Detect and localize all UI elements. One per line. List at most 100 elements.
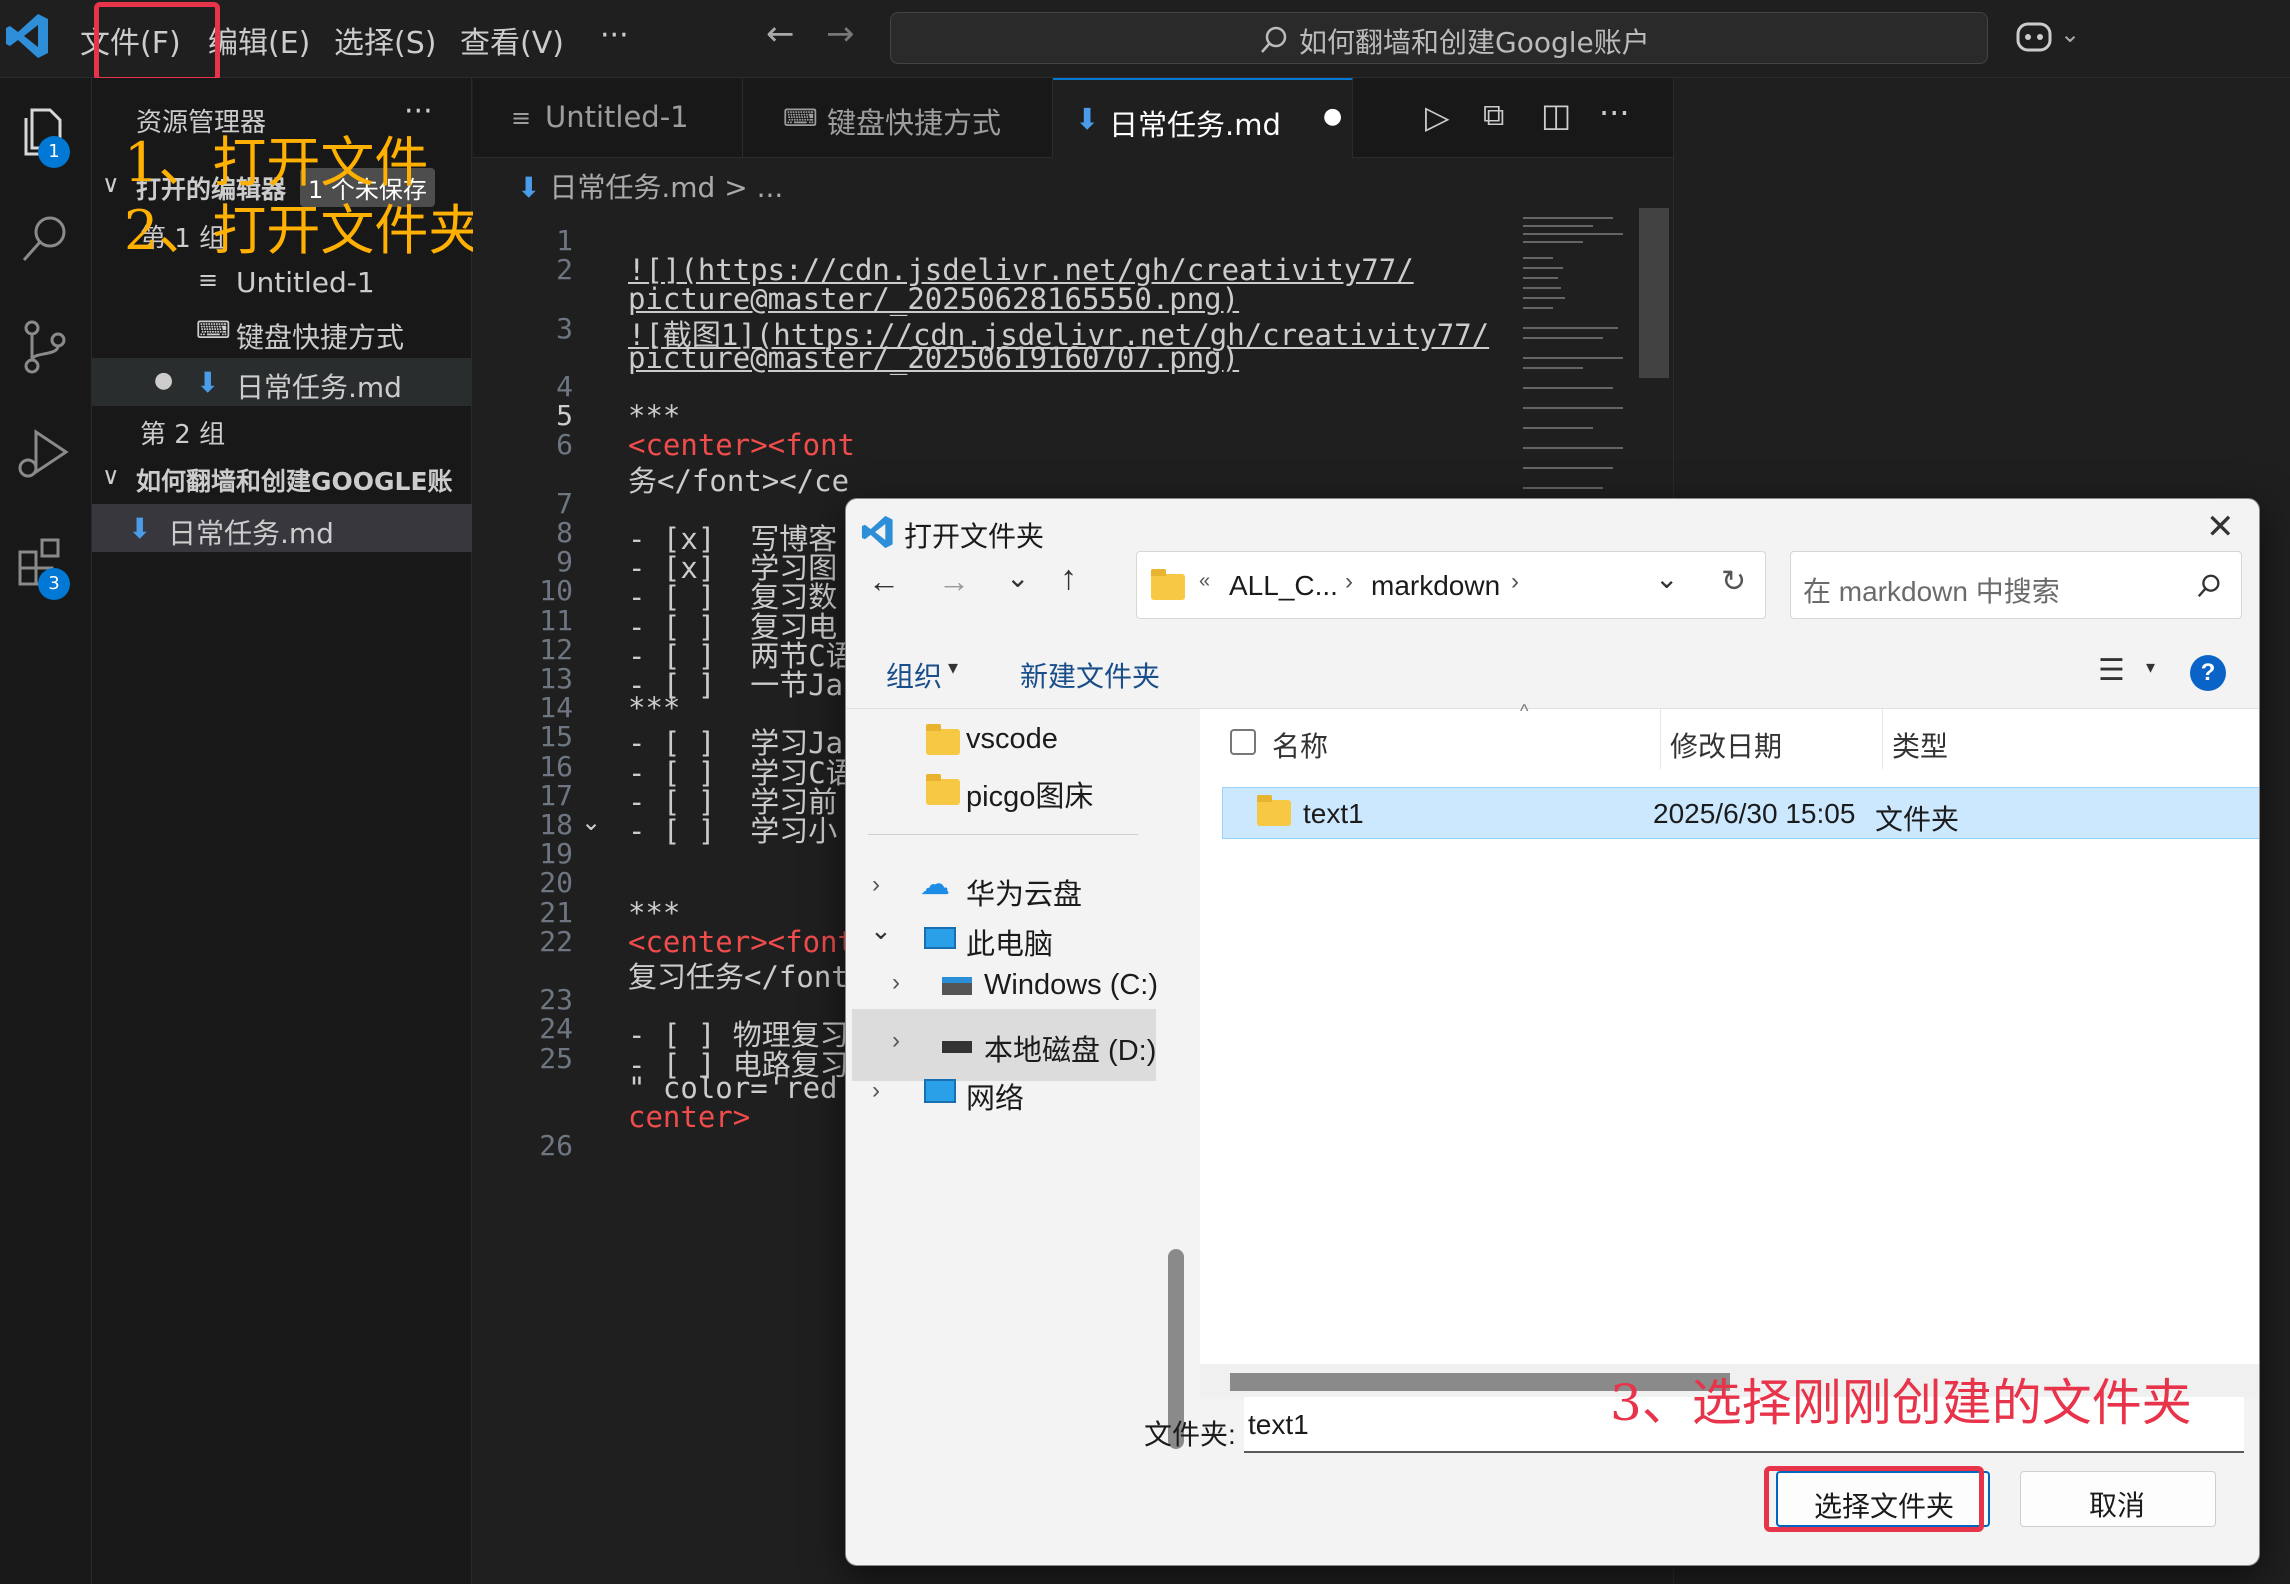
file-row-name: text1 [1303, 798, 1364, 829]
tab-daily-tasks[interactable]: ⬇ 日常任务.md ● [1053, 78, 1353, 158]
help-icon[interactable]: ? [2190, 655, 2226, 691]
address-segment[interactable]: ALL_C... [1229, 570, 1338, 602]
nav-item-picgo[interactable]: picgo图床 [966, 773, 1093, 815]
menu-more[interactable]: ··· [600, 18, 629, 53]
vscode-logo-icon[interactable] [4, 10, 52, 62]
folder-search-box[interactable]: 在 markdown 中搜索 [1790, 551, 2242, 619]
address-dropdown-chevron-icon[interactable]: ⌄ [1655, 562, 1678, 595]
markdown-arrow-icon: ⬇ [1075, 102, 1100, 136]
chevron-right-icon[interactable]: › [872, 1077, 880, 1105]
code-line[interactable]: 务</font></ce [628, 458, 849, 500]
line-number: 8 [556, 516, 573, 549]
new-folder-button[interactable]: 新建文件夹 [1020, 655, 1160, 695]
sort-ascending-icon: ^ [1520, 701, 1529, 721]
menu-view[interactable]: 查看(V) [460, 18, 564, 62]
nav-item-drive-d[interactable]: 本地磁盘 (D:) [984, 1027, 1156, 1069]
dialog-toolbar: 组织 ▾ 新建文件夹 ☰ ▾ ? [846, 639, 2259, 709]
run-icon[interactable]: ▷ [1425, 98, 1450, 136]
editor-more-icon[interactable]: ··· [1599, 94, 1630, 132]
source-control-icon[interactable] [12, 314, 78, 380]
chevron-down-icon: ∨ [102, 170, 120, 198]
file-item-daily-tasks[interactable]: ⬇ 日常任务.md [92, 504, 472, 552]
nav-item-network[interactable]: 网络 [966, 1075, 1024, 1117]
line-number: 5 [556, 399, 573, 433]
line-number: 13 [539, 662, 573, 695]
line-number: 17 [539, 778, 573, 812]
open-editor-item-untitled[interactable]: ≡ Untitled-1 [92, 258, 472, 306]
line-number: 3 [556, 311, 573, 345]
editor-scrollbar-thumb[interactable] [1639, 208, 1669, 378]
code-line[interactable]: picture@master/_20250619160707.png) [628, 341, 1239, 375]
cancel-button[interactable]: 取消 [2020, 1471, 2216, 1527]
line-number: 2 [556, 253, 573, 287]
view-dropdown-icon[interactable]: ▾ [2146, 657, 2155, 678]
tab-untitled[interactable]: ≡ Untitled-1 [473, 78, 743, 158]
back-arrow-icon[interactable]: ← [766, 14, 795, 54]
organize-button[interactable]: 组织 [886, 655, 942, 695]
address-bar[interactable]: « ALL_C... › markdown › ⌄ ↻ [1136, 551, 1766, 619]
dialog-title: 打开文件夹 [904, 521, 1045, 552]
group-2-header[interactable]: 第 2 组 [92, 406, 472, 454]
tab-keybindings[interactable]: ⌨ 键盘快捷方式 [743, 78, 1053, 158]
run-debug-icon[interactable] [12, 422, 78, 488]
chevron-right-icon[interactable]: › [892, 969, 900, 997]
column-divider[interactable] [1882, 709, 1883, 769]
code-line[interactable]: - [ ] 学习小 [628, 808, 837, 850]
copilot-chevron-down-icon[interactable]: ⌄ [2060, 20, 2080, 48]
organize-dropdown-icon[interactable]: ▾ [948, 655, 958, 680]
select-all-checkbox[interactable] [1230, 729, 1256, 755]
line-number: 22 [539, 924, 573, 958]
recent-chevron-down-icon[interactable]: ⌄ [1006, 561, 1029, 594]
file-row-text1[interactable]: text1 2025/6/30 15:05 文件夹 [1222, 787, 2259, 839]
text-file-icon: ≡ [511, 104, 532, 132]
column-divider[interactable] [1660, 709, 1661, 769]
breadcrumb[interactable]: ⬇ 日常任务.md > ... [517, 166, 783, 206]
line-number: 14 [539, 691, 573, 725]
line-number: 10 [539, 574, 573, 608]
fold-chevron-down-icon[interactable]: ⌄ [581, 808, 601, 836]
back-arrow-icon[interactable]: ← [868, 563, 900, 600]
command-center-search[interactable]: 如何翻墙和创建Google账户 [890, 12, 1988, 64]
annotation-highlight-select-button [1764, 1466, 1984, 1532]
split-editor-icon[interactable]: ◫ [1541, 96, 1571, 134]
chevron-down-icon: ∨ [102, 462, 120, 490]
open-preview-icon[interactable]: ⧉ [1483, 98, 1504, 133]
refresh-icon[interactable]: ↻ [1721, 564, 1746, 599]
search-icon[interactable] [12, 206, 78, 272]
unsaved-dot-icon: ● [1323, 104, 1343, 129]
nav-item-vscode[interactable]: vscode [966, 723, 1058, 756]
address-segment[interactable]: markdown [1371, 570, 1500, 602]
workspace-folder-header[interactable]: ∨ 如何翻墙和创建GOOGLE账户 [92, 454, 472, 532]
chevron-down-icon[interactable]: ⌄ [870, 915, 892, 946]
menu-edit[interactable]: 编辑(E) [208, 18, 310, 62]
nav-item-this-pc[interactable]: 此电脑 [966, 921, 1053, 963]
nav-item-huawei-cloud[interactable]: 华为云盘 [966, 871, 1082, 913]
tab-label: Untitled-1 [545, 100, 689, 134]
nav-item-drive-c[interactable]: Windows (C:) [984, 969, 1158, 1002]
folder-label: 文件夹: [1144, 1419, 1236, 1450]
chevron-right-icon[interactable]: › [1511, 568, 1519, 596]
file-list: ^ 名称 修改日期 类型 text1 2025/6/30 15:05 文件夹 [1200, 701, 2259, 1399]
open-editor-item-daily-tasks[interactable]: ● ⬇ 日常任务.md [92, 358, 472, 406]
annotation-highlight-file-menu [94, 2, 220, 82]
line-number: 7 [556, 486, 573, 520]
forward-arrow-icon[interactable]: → [938, 563, 970, 600]
column-modified[interactable]: 修改日期 [1670, 725, 1782, 765]
tab-label: 键盘快捷方式 [827, 106, 1002, 140]
code-line[interactable]: center> [628, 1100, 750, 1134]
close-icon[interactable]: ✕ [2206, 507, 2235, 547]
chevron-right-icon[interactable]: › [1345, 568, 1353, 596]
column-type[interactable]: 类型 [1892, 725, 1948, 765]
chevron-right-icon[interactable]: › [872, 871, 880, 899]
open-editor-item-keybindings[interactable]: ⌨ 键盘快捷方式 [92, 308, 472, 356]
code-line[interactable]: 复习任务</font [628, 954, 849, 996]
view-options-icon[interactable]: ☰ [2098, 653, 2125, 688]
copilot-icon[interactable] [2014, 18, 2058, 58]
chevron-right-icon[interactable]: › [892, 1027, 900, 1055]
up-arrow-icon[interactable]: ↑ [1060, 559, 1077, 598]
open-editor-label: 日常任务.md [236, 371, 402, 404]
menu-select[interactable]: 选择(S) [334, 18, 436, 62]
column-name[interactable]: 名称 [1272, 725, 1328, 765]
breadcrumb-overflow-icon[interactable]: « [1199, 570, 1210, 593]
forward-arrow-icon[interactable]: → [826, 14, 855, 54]
